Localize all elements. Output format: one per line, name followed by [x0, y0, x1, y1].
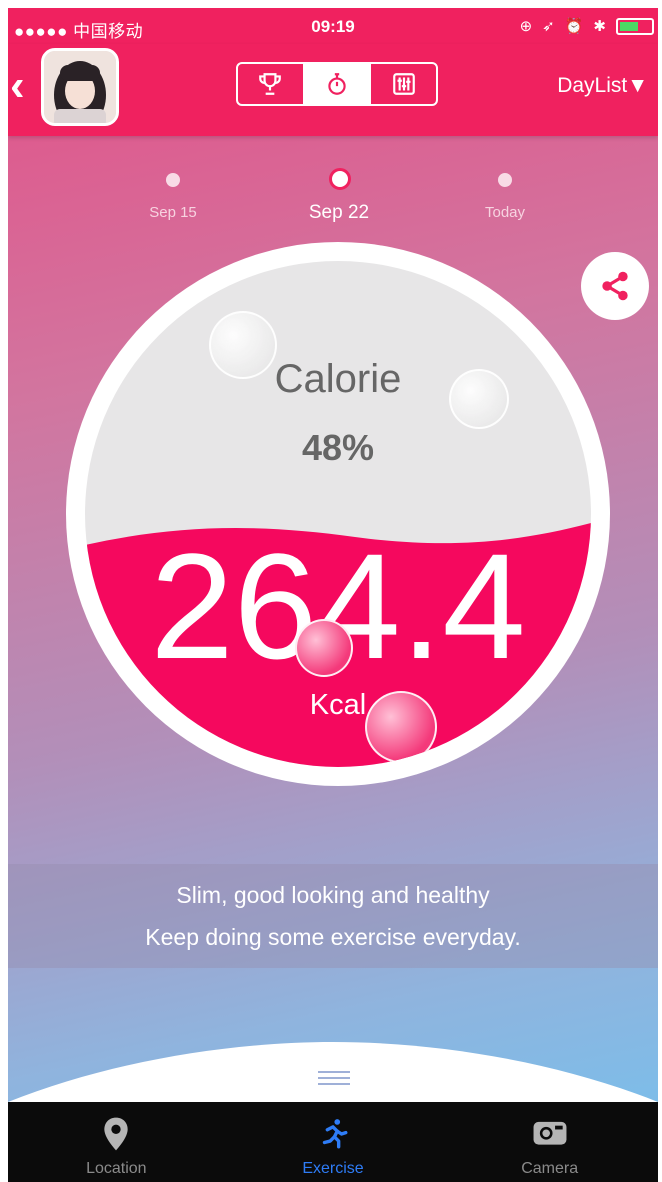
nav-bar: ‹ DayList▼: [8, 44, 658, 136]
equalizer-icon: [392, 73, 415, 95]
bubble-decoration: [209, 311, 277, 379]
share-button[interactable]: [581, 252, 649, 320]
calorie-gauge: Calorie 48% 264.4 Kcal: [66, 242, 610, 786]
avatar[interactable]: [41, 48, 119, 126]
battery-icon: [616, 17, 654, 35]
stopwatch-icon: [328, 73, 346, 95]
timeline-label-sep15[interactable]: Sep 15: [113, 204, 233, 221]
location-pin-icon: [104, 1117, 128, 1151]
tab-location-label: Location: [86, 1160, 147, 1177]
tab-bar: Location Exercise Camera: [8, 1102, 658, 1182]
tab-exercise[interactable]: Exercise: [225, 1102, 442, 1182]
bubble-decoration: [295, 619, 353, 677]
segment-equalizer[interactable]: [371, 64, 436, 104]
timeline-dot-today[interactable]: [498, 173, 512, 187]
bottom-sheet-wave: [8, 1042, 658, 1110]
trophy-icon: [259, 73, 282, 95]
timeline-label-sep22[interactable]: Sep 22: [279, 202, 399, 224]
segment-trophy[interactable]: [238, 64, 305, 104]
bluetooth-icon: ✱: [593, 18, 606, 35]
timeline-dot-sep22[interactable]: [329, 168, 351, 190]
motivation-banner: Slim, good looking and healthy Keep doin…: [8, 864, 658, 968]
bubble-decoration: [449, 369, 509, 429]
orientation-lock-icon: ⊕: [519, 18, 533, 35]
status-bar: ●●●●● 中国移动 09:19 ⊕ ➶ ⏰ ✱: [8, 8, 658, 44]
tab-camera[interactable]: Camera: [441, 1102, 658, 1182]
timeline-label-today[interactable]: Today: [445, 204, 565, 221]
gauge-percent: 48%: [301, 427, 375, 468]
alarm-icon: ⏰: [564, 18, 584, 35]
back-chevron-icon[interactable]: ‹: [10, 64, 25, 108]
sheet-drag-handle[interactable]: [318, 1071, 350, 1089]
timeline-dot-sep15[interactable]: [166, 173, 180, 187]
location-arrow-icon: ➶: [542, 18, 555, 35]
tab-camera-label: Camera: [521, 1160, 579, 1177]
gauge-liquid: Calorie 48% 264.4 Kcal: [85, 261, 591, 767]
gauge-unit: Kcal: [309, 689, 367, 721]
bubble-decoration: [365, 691, 437, 763]
status-icons: ⊕ ➶ ⏰ ✱: [520, 17, 654, 35]
motivation-line-2: Keep doing some exercise everyday.: [145, 924, 521, 950]
segment-stopwatch[interactable]: [304, 64, 372, 104]
tab-location[interactable]: Location: [8, 1102, 225, 1182]
mode-segmented-control: [236, 62, 438, 106]
tab-exercise-label: Exercise: [302, 1160, 364, 1177]
share-icon: [602, 271, 628, 301]
motivation-line-1: Slim, good looking and healthy: [176, 882, 490, 908]
camera-icon: [533, 1121, 567, 1145]
gauge-title: Calorie: [274, 357, 402, 401]
app-screen: ●●●●● 中国移动 09:19 ⊕ ➶ ⏰ ✱ ‹ DayList▼ Sep …: [8, 8, 658, 1182]
runner-icon: [322, 1119, 348, 1149]
daylist-dropdown[interactable]: DayList▼: [557, 74, 648, 98]
